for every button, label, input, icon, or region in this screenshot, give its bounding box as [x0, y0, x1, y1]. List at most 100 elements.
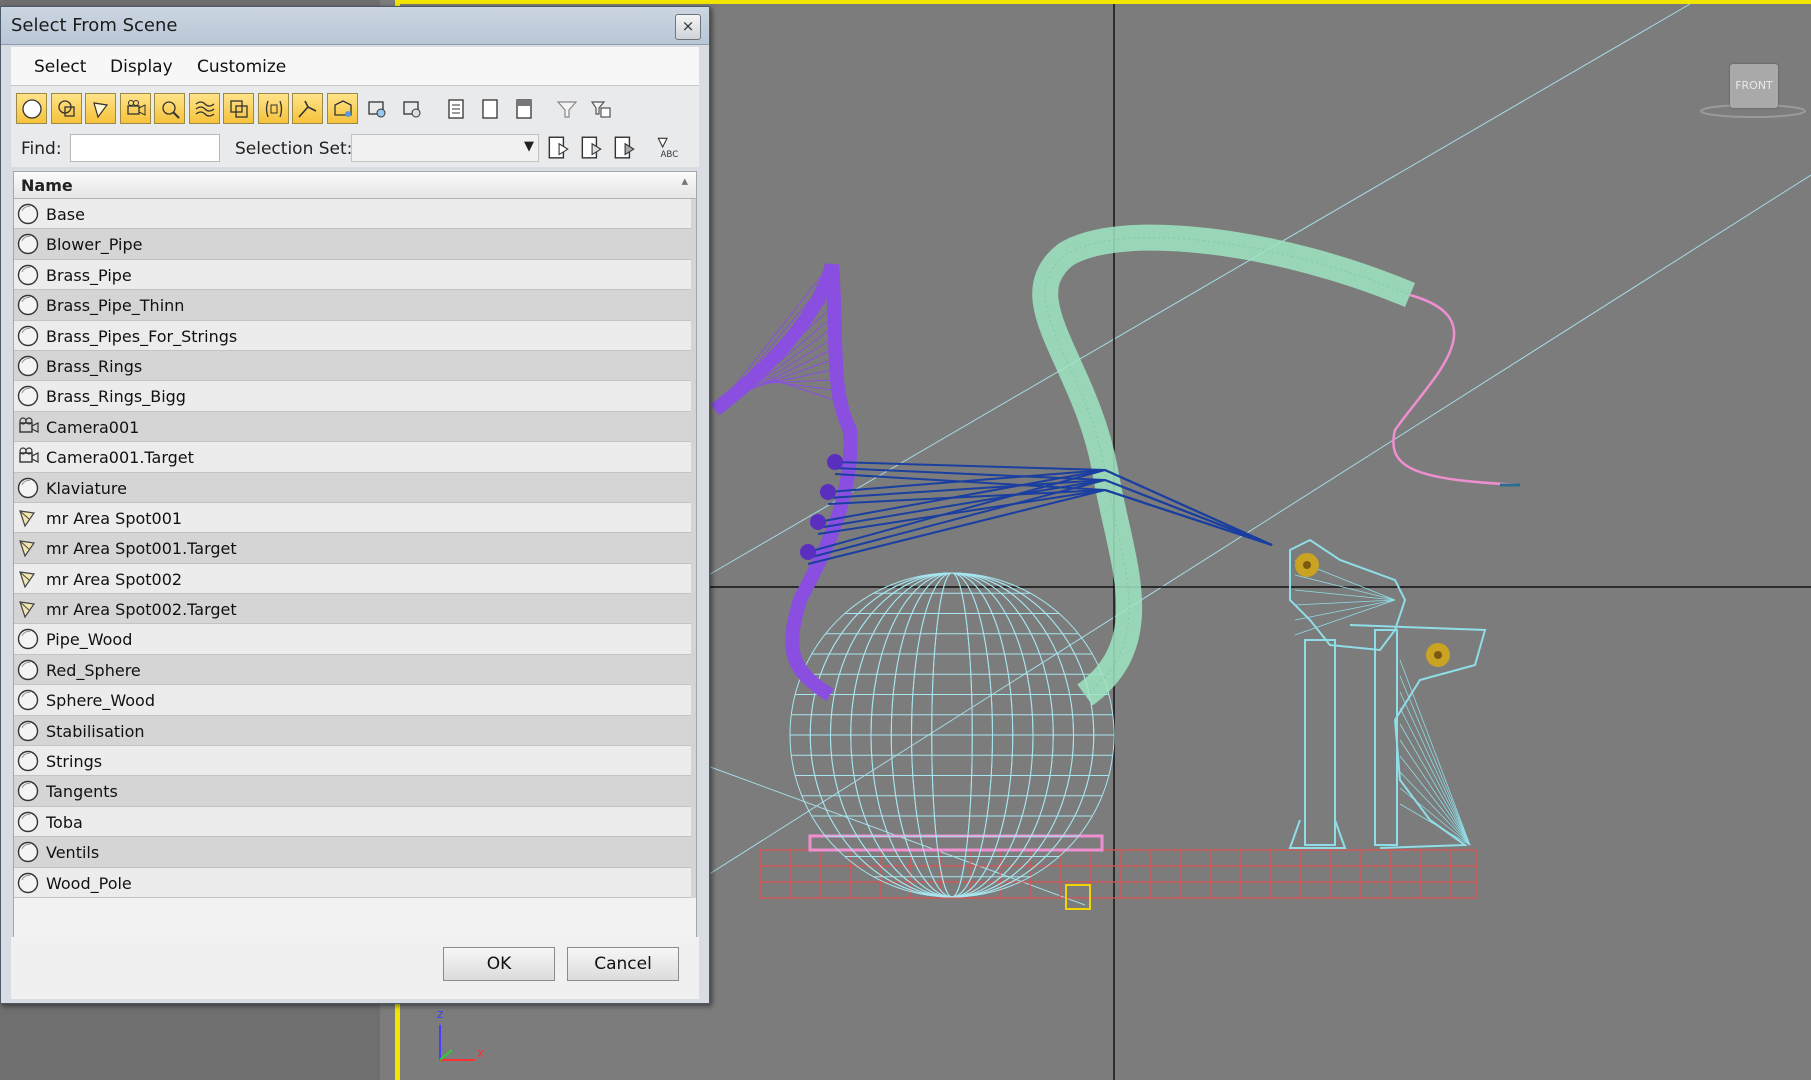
filter-button[interactable] — [551, 93, 582, 124]
object-row[interactable]: Brass_Pipes_For_Strings — [14, 320, 696, 351]
brass-bolt-center — [1434, 651, 1442, 659]
column-header-name[interactable]: Name ▴ — [14, 172, 696, 199]
sphere-geometry-icon — [16, 658, 40, 682]
sphere-geometry-icon — [16, 384, 40, 408]
select-by-name-button[interactable]: ABC — [654, 134, 684, 164]
xrefs-filter-button[interactable] — [258, 93, 289, 124]
object-row[interactable]: mr Area Spot002 — [14, 563, 696, 595]
menu-display[interactable]: Display — [110, 57, 173, 77]
select-set-highlight-button[interactable] — [611, 134, 641, 164]
object-row[interactable]: Base — [14, 199, 696, 230]
object-name: Brass_Rings_Bigg — [46, 387, 186, 407]
object-row[interactable]: Toba — [14, 806, 696, 838]
space-warps-filter-button[interactable] — [189, 93, 220, 124]
filter-settings-button[interactable] — [585, 93, 616, 124]
object-row[interactable]: Brass_Rings — [14, 350, 696, 382]
groups-filter-button[interactable] — [223, 93, 254, 124]
object-name: Base — [46, 205, 85, 224]
object-row[interactable]: Tangents — [14, 776, 696, 807]
cameras-filter-button[interactable] — [120, 93, 151, 124]
object-row[interactable]: Stabilisation — [14, 715, 696, 747]
sphere-wireframe[interactable] — [789, 572, 1115, 898]
sphere-geometry-icon — [16, 779, 40, 803]
axis-tripod-y — [439, 1049, 453, 1061]
menu-customize[interactable]: Customize — [197, 57, 286, 77]
frozen-filter-button[interactable] — [361, 93, 392, 124]
object-row[interactable]: Brass_Pipe_Thinn — [14, 290, 696, 321]
vertical-scrollbar[interactable] — [691, 199, 696, 898]
ok-button[interactable]: OK — [443, 947, 555, 981]
object-row[interactable]: Brass_Rings_Bigg — [14, 381, 696, 412]
object-name: Stabilisation — [46, 721, 145, 741]
select-from-scene-dialog: Select From Scene × Select Display Custo… — [0, 6, 710, 1004]
horn-wireframe[interactable] — [710, 263, 858, 701]
frozen-filter-icon — [368, 101, 386, 118]
find-bar: Find: Selection Set: ▼ ABC — [11, 131, 699, 167]
object-row[interactable]: Camera001 — [14, 411, 696, 443]
spotlight-icon — [16, 506, 40, 530]
shapes-filter-button[interactable] — [51, 93, 82, 124]
axis-z-label: z — [437, 1007, 444, 1021]
close-button[interactable]: × — [675, 14, 701, 40]
invert-display-button[interactable] — [508, 93, 539, 124]
active-viewport-border-top — [395, 0, 1811, 4]
object-row[interactable]: mr Area Spot002.Target — [14, 594, 696, 625]
pivot-gizmo[interactable] — [1065, 884, 1091, 910]
shapes-filter-icon — [58, 100, 75, 117]
hidden-filter-button[interactable] — [396, 93, 427, 124]
bones-filter-button[interactable] — [292, 93, 323, 124]
object-row[interactable]: Sphere_Wood — [14, 685, 696, 716]
dialog-titlebar[interactable]: Select From Scene × — [1, 7, 709, 45]
cancel-button[interactable]: Cancel — [567, 947, 679, 981]
geometry-filter-button[interactable] — [16, 93, 47, 124]
object-row[interactable]: mr Area Spot001.Target — [14, 533, 696, 564]
object-name: Red_Sphere — [46, 660, 141, 680]
object-row[interactable]: Ventils — [14, 837, 696, 868]
object-row[interactable]: Pipe_Wood — [14, 624, 696, 655]
light-path-spline[interactable] — [1392, 293, 1521, 487]
geometry-filter-icon — [22, 99, 42, 119]
select-set-remove-button[interactable] — [578, 134, 608, 164]
object-name: mr Area Spot001.Target — [46, 539, 237, 559]
object-row[interactable]: Strings — [14, 746, 696, 777]
strings-wireframe[interactable] — [807, 461, 1273, 565]
selection-set-dropdown[interactable]: ▼ — [351, 134, 539, 162]
sphere-geometry-icon — [16, 719, 40, 743]
select-set-add-button[interactable] — [545, 134, 575, 164]
object-row[interactable]: mr Area Spot001 — [14, 502, 696, 534]
select-set-highlight-icon — [614, 136, 635, 159]
filter-icon — [556, 101, 578, 118]
containers-filter-button[interactable] — [327, 93, 358, 124]
tuning-peg — [827, 454, 843, 470]
display-none-icon — [482, 99, 498, 119]
menu-select[interactable]: Select — [34, 57, 86, 77]
object-row[interactable]: Red_Sphere — [14, 654, 696, 686]
groups-filter-icon — [230, 100, 248, 118]
display-all-button[interactable] — [440, 93, 471, 124]
stand-wireframe[interactable] — [1288, 538, 1487, 849]
sphere-geometry-icon — [16, 293, 40, 317]
object-row[interactable]: Klaviature — [14, 472, 696, 503]
camera-icon — [16, 445, 40, 469]
sphere-geometry-icon — [16, 354, 40, 378]
display-none-button[interactable] — [474, 93, 505, 124]
sphere-geometry-icon — [16, 263, 40, 287]
object-name: Blower_Pipe — [46, 235, 143, 255]
display-all-icon — [448, 99, 464, 119]
object-row[interactable]: Brass_Pipe — [14, 259, 696, 291]
tuning-peg — [800, 544, 816, 560]
sphere-geometry-icon — [16, 749, 40, 773]
object-name: Tangents — [46, 782, 118, 802]
viewcube-front[interactable]: FRONT — [1730, 64, 1778, 108]
select-set-add-icon — [548, 136, 569, 159]
object-name: Brass_Pipe — [46, 265, 132, 285]
base-wireframe[interactable] — [759, 849, 1477, 899]
object-row[interactable]: Blower_Pipe — [14, 229, 696, 260]
helpers-filter-button[interactable] — [154, 93, 185, 124]
object-name: mr Area Spot002.Target — [46, 600, 237, 620]
object-row[interactable]: Wood_Pole — [14, 867, 696, 898]
find-input[interactable] — [70, 134, 220, 162]
lights-filter-button[interactable] — [85, 93, 116, 124]
object-row[interactable]: Camera001.Target — [14, 442, 696, 473]
object-rows: Base Blower_Pipe Brass_Pipe Brass_Pipe_Thin… — [14, 199, 696, 898]
